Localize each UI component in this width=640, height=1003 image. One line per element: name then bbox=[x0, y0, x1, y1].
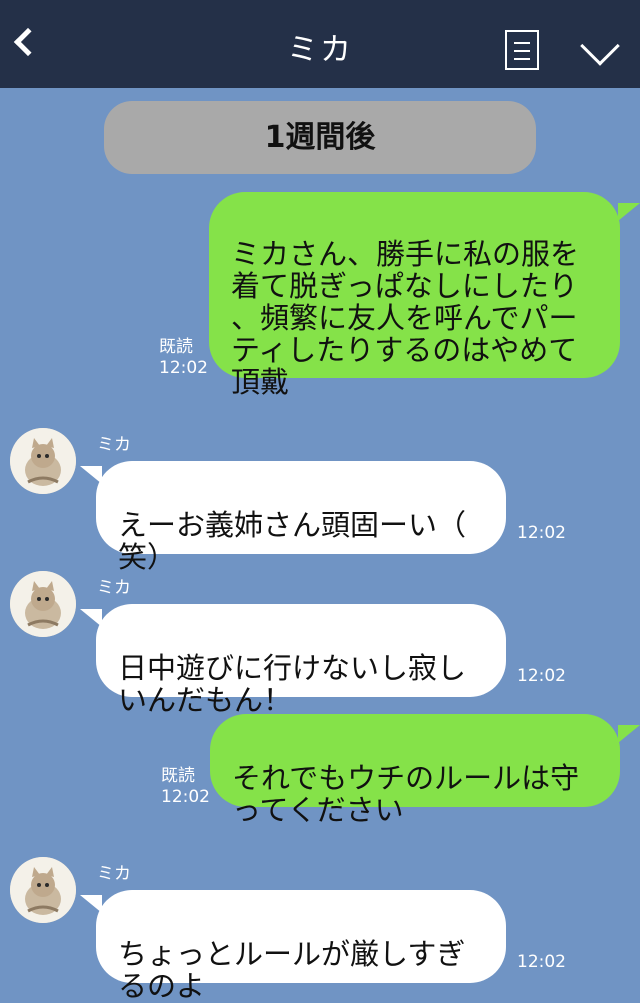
cat-avatar-icon bbox=[10, 428, 76, 494]
bubble-tail-icon bbox=[618, 203, 640, 221]
incoming-message-bubble: 日中遊びに行けないし寂し いんだもん！ bbox=[96, 604, 506, 716]
avatar[interactable] bbox=[10, 857, 76, 923]
outgoing-message-bubble: それでもウチのルールは守 ってください bbox=[210, 714, 620, 826]
read-receipt: 既読 bbox=[159, 337, 193, 357]
read-receipt: 既読 bbox=[161, 766, 195, 786]
sender-name: ミカ bbox=[97, 435, 131, 455]
sender-name: ミカ bbox=[97, 578, 131, 598]
message-time: 12:02 bbox=[517, 952, 566, 972]
date-separator: 1週間後 bbox=[104, 101, 536, 174]
menu-line-icon bbox=[514, 58, 530, 60]
message-text: それでもウチのルールは守 ってください bbox=[232, 761, 580, 827]
cat-avatar-icon bbox=[10, 857, 76, 923]
bubble-tail-icon bbox=[80, 895, 102, 913]
message-time: 12:02 bbox=[161, 787, 210, 807]
message-text: ちょっとルールが厳しすぎ るのよ bbox=[118, 937, 466, 1003]
incoming-message-bubble: えーお義姉さん頭固ーい（ 笑） bbox=[96, 461, 506, 573]
bubble-tail-icon bbox=[80, 609, 102, 627]
chat-header: ミカ bbox=[0, 0, 640, 88]
bubble-tail-icon bbox=[618, 725, 640, 743]
bubble-tail-icon bbox=[80, 466, 102, 484]
sender-name: ミカ bbox=[97, 864, 131, 884]
incoming-message-bubble: ちょっとルールが厳しすぎ るのよ bbox=[96, 890, 506, 1002]
message-time: 12:02 bbox=[517, 666, 566, 686]
menu-icon[interactable] bbox=[505, 30, 539, 70]
avatar[interactable] bbox=[10, 428, 76, 494]
avatar[interactable] bbox=[10, 571, 76, 637]
message-text: えーお義姉さん頭固ーい（ 笑） bbox=[118, 508, 467, 574]
menu-line-icon bbox=[514, 50, 530, 52]
chat-title: ミカ bbox=[287, 32, 353, 68]
outgoing-message-bubble: ミカさん、勝手に私の服を 着て脱ぎっぱなしにしたり 、頻繁に友人を呼んでパー テ… bbox=[209, 192, 620, 398]
message-text: 日中遊びに行けないし寂し いんだもん！ bbox=[118, 651, 467, 717]
message-text: ミカさん、勝手に私の服を 着て脱ぎっぱなしにしたり 、頻繁に友人を呼んでパー テ… bbox=[231, 237, 580, 399]
cat-avatar-icon bbox=[10, 571, 76, 637]
message-time: 12:02 bbox=[517, 523, 566, 543]
menu-line-icon bbox=[514, 42, 530, 44]
message-time: 12:02 bbox=[159, 358, 208, 378]
